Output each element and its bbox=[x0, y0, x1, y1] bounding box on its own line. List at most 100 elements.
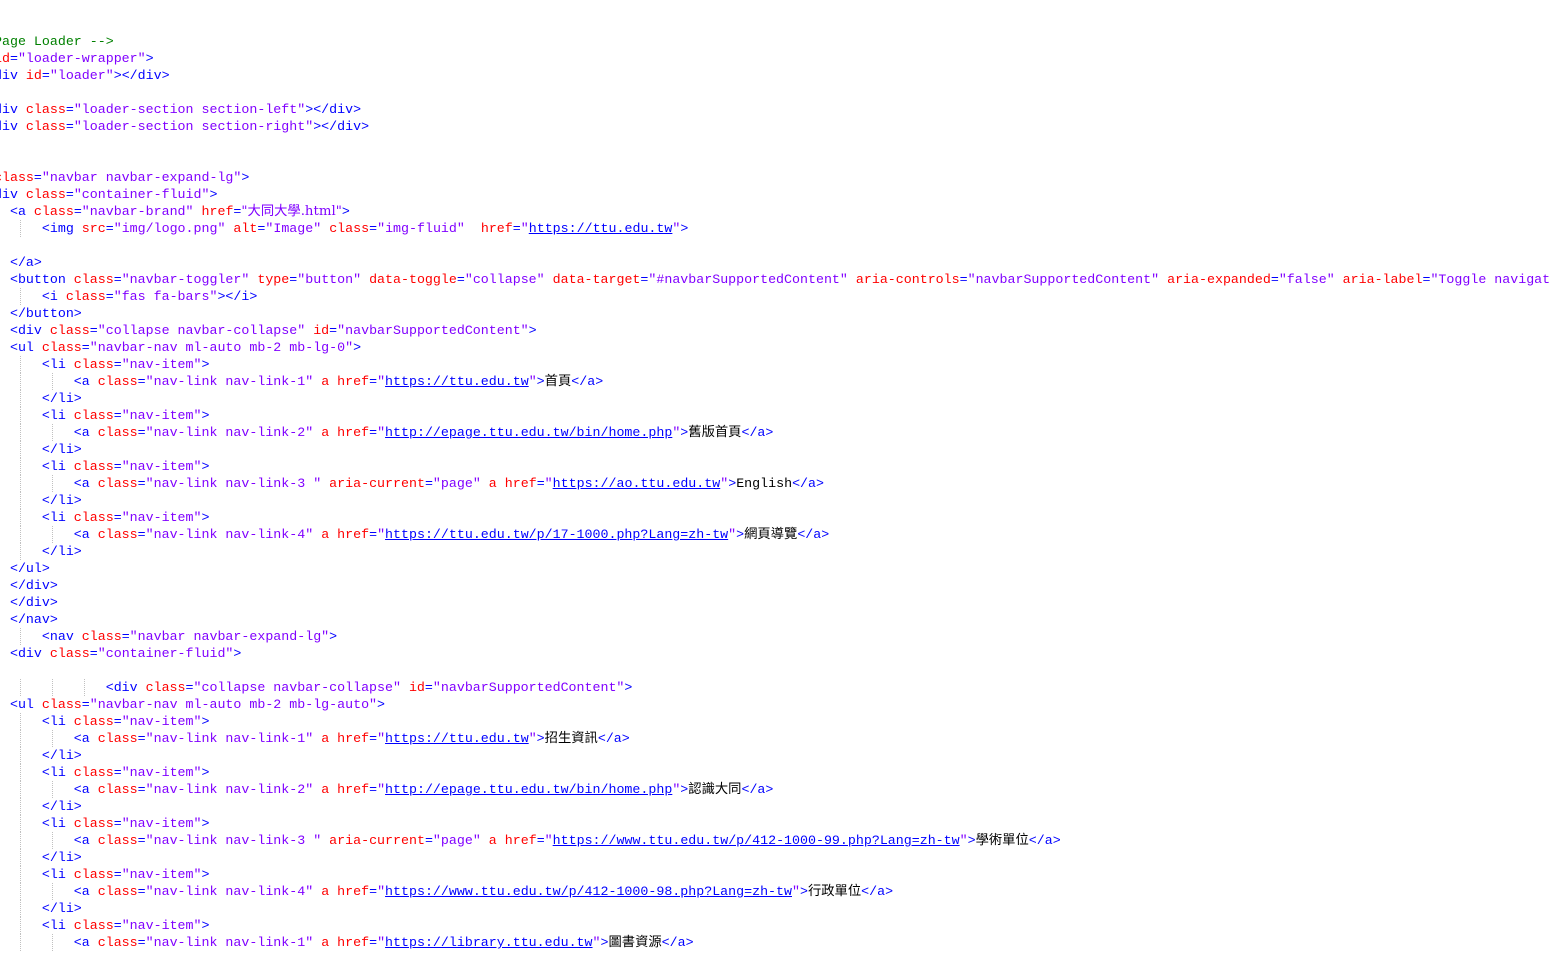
code-attr-value: " bbox=[792, 884, 800, 899]
indent-guide bbox=[20, 492, 21, 509]
code-attr-name: type bbox=[257, 272, 290, 287]
code-link[interactable]: https://www.ttu.edu.tw/p/412-1000-98.php… bbox=[385, 884, 792, 899]
code-tag: > bbox=[728, 476, 737, 491]
code-tag: = bbox=[33, 170, 42, 185]
code-tag: = bbox=[113, 459, 122, 474]
code-tag: <li bbox=[0, 918, 74, 933]
indent-guide bbox=[52, 526, 53, 543]
code-line: <li class="nav-item"> bbox=[0, 764, 210, 781]
code-tag: = bbox=[137, 374, 146, 389]
code-text: 行政單位 bbox=[807, 884, 862, 899]
indent-guide bbox=[52, 679, 53, 696]
code-attr-name: class bbox=[97, 833, 138, 848]
code-tag: = bbox=[1270, 272, 1279, 287]
code-tag: <li bbox=[0, 816, 74, 831]
code-tag: </a> bbox=[792, 476, 824, 491]
code-tag: <a bbox=[0, 731, 98, 746]
code-tag: </a> bbox=[741, 782, 774, 797]
code-link[interactable]: https://ttu.edu.tw bbox=[529, 221, 673, 236]
code-line: <li class="nav-item"> bbox=[0, 713, 210, 730]
code-tag: > bbox=[201, 714, 210, 729]
code-tag: <a bbox=[0, 374, 98, 389]
code-tag bbox=[465, 221, 481, 236]
code-tag: > bbox=[624, 680, 633, 695]
code-tag: = bbox=[113, 714, 122, 729]
code-tag: = bbox=[369, 527, 378, 542]
code-tag: > bbox=[377, 697, 386, 712]
code-tag: </ul> bbox=[9, 561, 50, 576]
code-tag: = bbox=[137, 731, 146, 746]
code-attr-name: class bbox=[73, 714, 114, 729]
code-tag: <li bbox=[0, 357, 74, 372]
code-tag: <i bbox=[0, 289, 66, 304]
code-line: <li class="nav-item"> bbox=[0, 917, 210, 934]
code-tag: </div> bbox=[0, 578, 58, 593]
code-attr-value: " bbox=[728, 527, 737, 542]
code-tag: > bbox=[528, 323, 537, 338]
code-line: <li class="nav-item"> bbox=[0, 407, 210, 424]
code-tag: > bbox=[329, 629, 338, 644]
code-attr-name: class bbox=[25, 102, 66, 117]
code-attr-name: alt bbox=[233, 221, 258, 236]
code-attr-value: "loader-wrapper" bbox=[17, 51, 146, 66]
code-line: <a class="nav-link nav-link-3 " aria-cur… bbox=[0, 475, 824, 492]
indent-guide bbox=[20, 441, 21, 458]
code-line: . bbox=[0, 152, 2, 169]
code-tag: <a bbox=[0, 884, 98, 899]
code-tag: </a> bbox=[661, 935, 694, 950]
code-tag bbox=[313, 374, 321, 389]
code-attr-value: " bbox=[528, 731, 537, 746]
code-attr-value: "Image" bbox=[265, 221, 322, 236]
indent-guide bbox=[20, 220, 21, 237]
indent-guide bbox=[52, 475, 53, 492]
code-tag: <div bbox=[9, 323, 42, 338]
code-link[interactable]: https://ttu.edu.tw bbox=[385, 374, 529, 389]
code-link[interactable]: http://epage.ttu.edu.tw/bin/home.php bbox=[385, 782, 672, 797]
indent-guide bbox=[20, 934, 21, 951]
code-link[interactable]: https://ttu.edu.tw/p/17-1000.php?Lang=zh… bbox=[385, 527, 728, 542]
code-line: </ul> bbox=[0, 560, 50, 577]
code-editor-view[interactable]: Page Loader -->id="loader-wrapper">div i… bbox=[0, 0, 1550, 955]
code-attr-name: class bbox=[41, 340, 82, 355]
code-attr-value: " bbox=[377, 527, 386, 542]
code-attr-name: aria-current bbox=[329, 833, 425, 848]
code-text: 網頁導覽 bbox=[744, 527, 798, 542]
code-link[interactable]: https://ao.ttu.edu.tw bbox=[553, 476, 721, 491]
code-attr-value: "大同大學.html" bbox=[241, 204, 342, 219]
code-tag: <a bbox=[9, 204, 26, 219]
code-link[interactable]: https://www.ttu.edu.tw/p/412-1000-99.php… bbox=[553, 833, 960, 848]
code-tag: <li bbox=[0, 714, 74, 729]
code-attr-value: "page" bbox=[432, 833, 481, 848]
code-attr-name: id bbox=[408, 680, 425, 695]
code-link[interactable]: https://ttu.edu.tw bbox=[385, 731, 529, 746]
code-tag: <a bbox=[0, 833, 98, 848]
code-attr-value: "navbar-brand" bbox=[81, 204, 194, 219]
code-attr-value: "img-fluid" bbox=[377, 221, 465, 236]
code-attr-value: "nav-item" bbox=[121, 816, 202, 831]
code-attr-value: "nav-link nav-link-3 " bbox=[145, 833, 322, 848]
code-attr-value: "nav-item" bbox=[121, 918, 202, 933]
indent-guide bbox=[52, 730, 53, 747]
code-link[interactable]: http://epage.ttu.edu.tw/bin/home.php bbox=[385, 425, 672, 440]
code-tag: = bbox=[113, 408, 122, 423]
code-tag: ></div> bbox=[113, 68, 170, 83]
code-attr-name: class bbox=[97, 527, 138, 542]
code-attr-value: "navbarSupportedContent" bbox=[432, 680, 625, 695]
code-tag: > bbox=[201, 918, 210, 933]
code-line: <ul class="navbar-nav ml-auto mb-2 mb-lg… bbox=[0, 696, 385, 713]
code-tag: </a> bbox=[741, 425, 774, 440]
code-tag bbox=[313, 731, 321, 746]
code-attr-name: aria-current bbox=[329, 476, 425, 491]
code-attr-value: " bbox=[377, 374, 386, 389]
code-tag: = bbox=[113, 357, 122, 372]
code-tag: = bbox=[369, 935, 378, 950]
indent-guide bbox=[20, 407, 21, 424]
code-tag: = bbox=[137, 527, 146, 542]
code-attr-value: " bbox=[528, 374, 537, 389]
indent-guide bbox=[20, 679, 21, 696]
code-attr-value: "fas fa-bars" bbox=[113, 289, 218, 304]
code-attr-value: "img/logo.png" bbox=[113, 221, 226, 236]
code-link[interactable]: https://library.ttu.edu.tw bbox=[385, 935, 592, 950]
code-tag: = bbox=[113, 510, 122, 525]
indent-guide bbox=[20, 288, 21, 305]
